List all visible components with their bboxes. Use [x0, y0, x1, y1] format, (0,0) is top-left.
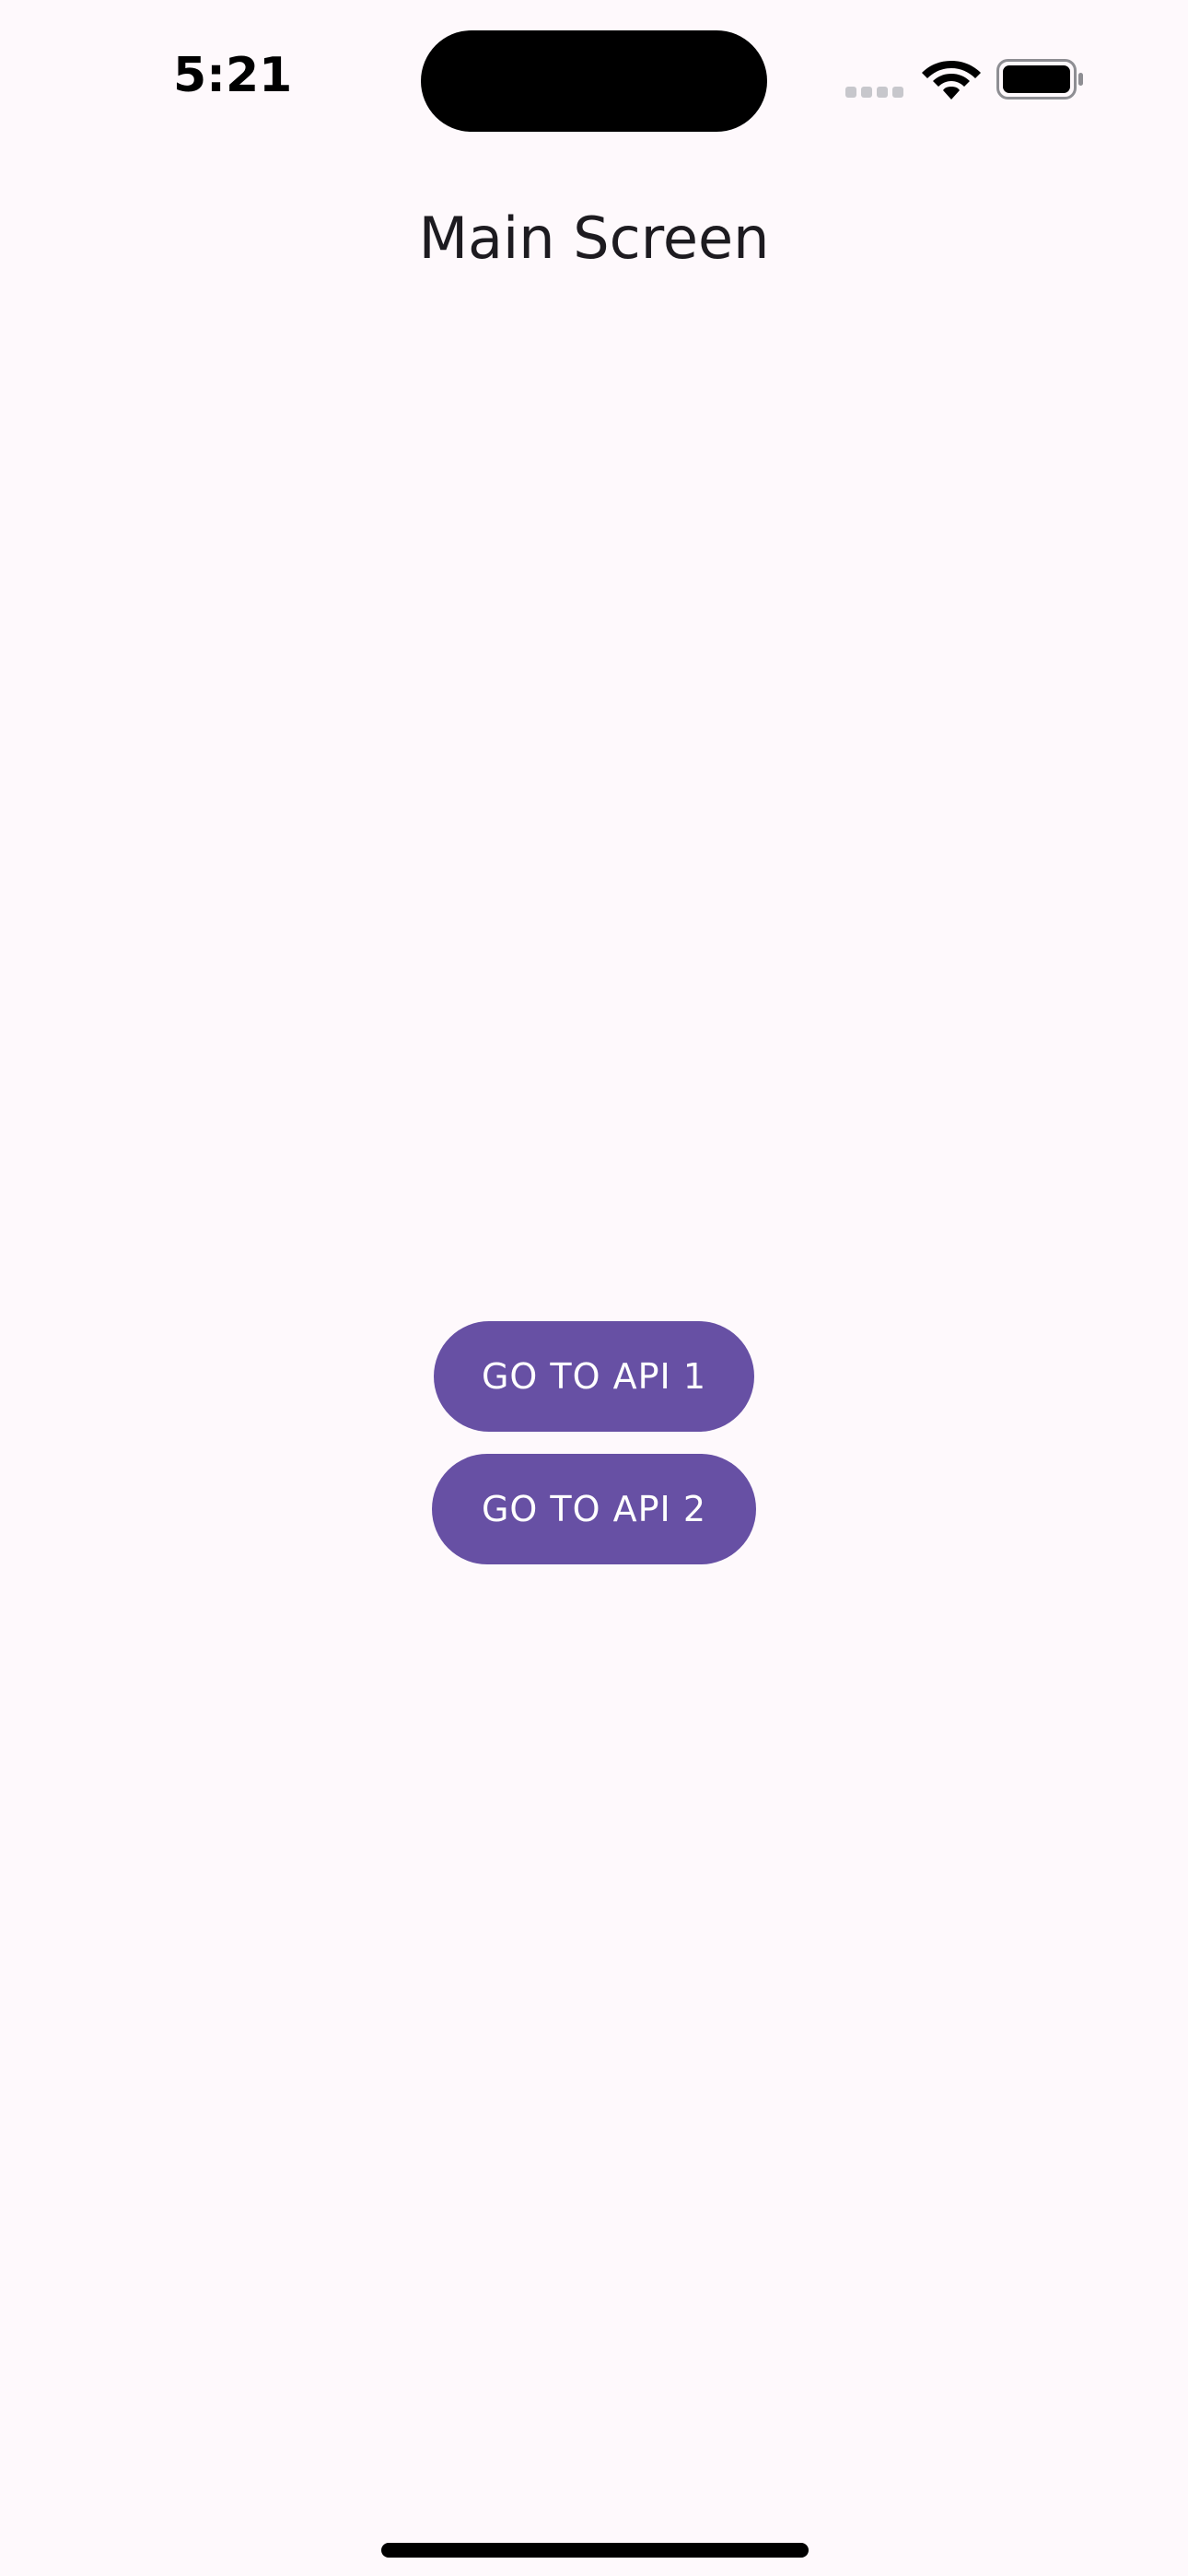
page-title: Main Screen [418, 205, 770, 272]
status-time: 5:21 [173, 48, 293, 103]
home-indicator[interactable] [381, 2543, 809, 2558]
signal-icon [845, 87, 903, 98]
go-to-api-1-button[interactable]: GO TO API 1 [434, 1321, 754, 1432]
wifi-icon [922, 61, 981, 100]
battery-icon [996, 59, 1083, 100]
dynamic-island [421, 30, 767, 132]
go-to-api-2-button[interactable]: GO TO API 2 [432, 1454, 756, 1564]
